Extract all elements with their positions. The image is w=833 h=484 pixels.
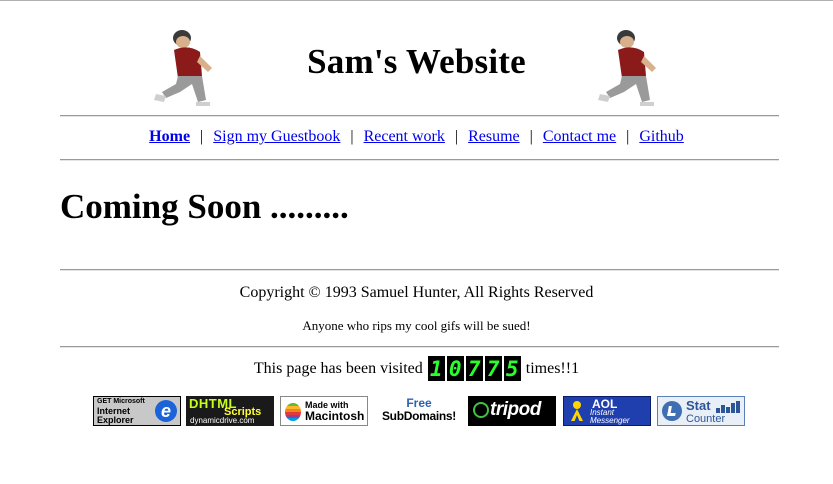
ie-logo-icon: e [155, 400, 177, 422]
tripod-logo-icon [473, 402, 489, 418]
counter-digit: 5 [503, 356, 521, 381]
nav-separator: | [350, 128, 354, 145]
nav-separator: | [529, 128, 533, 145]
visits-suffix: times!!1 [525, 359, 580, 377]
badge-row: GET Microsoft Internet Explorer e DHTML … [93, 396, 753, 428]
badge-text: dynamicdrive.com [190, 416, 255, 425]
badge-text: tripod [490, 399, 541, 420]
get-internet-explorer-badge[interactable]: GET Microsoft Internet Explorer e [93, 396, 181, 426]
counter-digit: 0 [446, 356, 464, 381]
nav-contact[interactable]: Contact me [543, 128, 616, 145]
visits-prefix: This page has been visited [253, 359, 423, 377]
aim-running-man-icon [570, 401, 584, 421]
made-with-macintosh-badge[interactable]: Made with Macintosh [280, 396, 368, 426]
counter-digit: 7 [465, 356, 483, 381]
window-top-border [0, 0, 833, 1]
badge-text: Counter [686, 413, 726, 425]
hit-counter: 1 0 7 7 5 [427, 356, 521, 381]
free-subdomains-badge[interactable]: Free SubDomains! [375, 396, 463, 426]
statcounter-logo-icon [662, 401, 682, 421]
aol-instant-messenger-badge[interactable]: AOL Instant Messenger [563, 396, 651, 426]
divider [60, 159, 779, 161]
counter-digit: 1 [427, 356, 445, 381]
nav-separator: | [626, 128, 630, 145]
page-heading: Coming Soon ......... [60, 187, 349, 226]
badge-text: SubDomains! [381, 409, 457, 423]
badge-text: Stat [686, 398, 711, 413]
running-man-gif [598, 30, 656, 106]
statcounter-badge[interactable]: Stat Counter [657, 396, 745, 426]
badge-text: Free [406, 396, 432, 410]
bar-chart-icon [716, 401, 742, 413]
nav-home[interactable]: Home [149, 128, 190, 145]
nav-separator: | [454, 128, 459, 145]
main-nav: Home | Sign my Guestbook | Recent work | Resum… [0, 128, 833, 146]
counter-digit: 7 [484, 356, 502, 381]
divider [60, 115, 779, 117]
divider [60, 269, 779, 271]
nav-guestbook[interactable]: Sign my Guestbook [213, 128, 340, 145]
copyright-text: Copyright © 1993 Samuel Hunter, All Righ… [239, 284, 594, 301]
divider [60, 346, 779, 348]
nav-separator: | [200, 128, 204, 145]
badge-text: Instant Messenger [590, 408, 630, 425]
badge-text: Internet Explorer [97, 406, 134, 425]
badge-text: GET Microsoft [97, 398, 145, 405]
apple-logo-icon [285, 403, 301, 421]
gif-warning-text: Anyone who rips my cool gifs will be sue… [302, 318, 531, 333]
tripod-badge[interactable]: tripod [468, 396, 556, 426]
site-title: Sam's Website [307, 42, 526, 81]
nav-resume[interactable]: Resume [468, 128, 520, 145]
nav-recent-work[interactable]: Recent work [364, 128, 445, 145]
nav-github[interactable]: Github [639, 128, 683, 145]
visit-counter-line: This page has been visited 1 0 7 7 5 tim… [0, 356, 833, 381]
badge-text: Macintosh [305, 409, 365, 423]
site-header: Sam's Website [0, 22, 833, 108]
dhtml-scripts-badge[interactable]: DHTML Scripts dynamicdrive.com [186, 396, 274, 426]
